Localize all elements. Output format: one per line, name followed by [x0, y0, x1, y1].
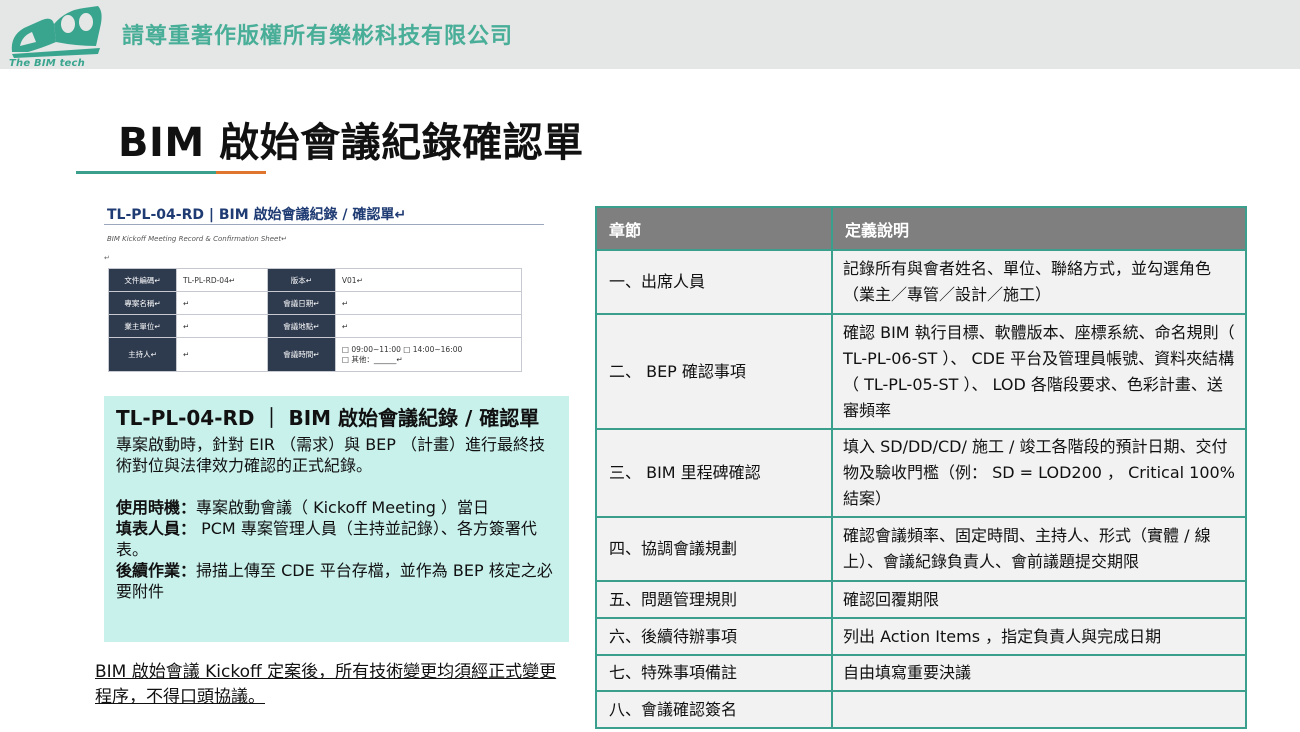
section-cell: 四、協調會議規劃	[595, 516, 833, 582]
title-underline-teal	[76, 171, 216, 174]
section-cell: 二、 BEP 確認事項	[595, 313, 833, 430]
doc-key: 版本↵	[266, 268, 336, 292]
column-header-definition: 定義說明	[831, 206, 1247, 251]
info-box: TL-PL-04-RD ｜ BIM 啟始會議紀錄 / 確認單 專案啟動時，針對 …	[104, 396, 569, 642]
time-other: □ 其他：______↵	[341, 354, 403, 364]
doc-value: ↵	[176, 291, 268, 315]
doc-row: 專案名稱↵ ↵ 會議日期↵ ↵	[108, 291, 523, 315]
doc-title-rule	[104, 224, 544, 225]
doc-row: 文件編碼↵ TL-PL-RD-04↵ 版本↵ V01↵	[108, 268, 523, 292]
title-underline-orange	[216, 171, 266, 174]
doc-row: 業主單位↵ ↵ 會議地點↵ ↵	[108, 314, 523, 338]
info-filler: 填表人員： PCM 專案管理人員（主持並記錄）、各方簽署代表。	[116, 518, 557, 560]
logo-text: The BIM tech	[9, 58, 85, 69]
doc-key: 會議時間↵	[266, 337, 336, 372]
doc-key: 專案名稱↵	[108, 291, 177, 315]
doc-value: TL-PL-RD-04↵	[176, 268, 268, 292]
definition-cell: 確認會議頻率、固定時間、主持人、形式（實體 / 線上）、會議紀錄負責人、會前議題…	[831, 516, 1247, 582]
doc-key: 業主單位↵	[108, 314, 177, 338]
doc-subtitle: BIM Kickoff Meeting Record & Confirmatio…	[107, 235, 287, 243]
definition-cell: 自由填寫重要決議	[831, 654, 1247, 692]
time-options: □ 09:00~11:00 □ 14:00~16:00	[341, 344, 463, 354]
doc-mark: ↵	[104, 254, 110, 262]
doc-row: 主持人↵ ↵ 會議時間↵ □ 09:00~11:00 □ 14:00~16:00…	[108, 337, 523, 372]
info-title: TL-PL-04-RD ｜ BIM 啟始會議紀錄 / 確認單	[116, 406, 540, 430]
definition-cell: 列出 Action Items ，指定負責人與完成日期	[831, 617, 1247, 656]
table-header-row: 章節 定義說明	[595, 206, 1247, 251]
doc-value: ↵	[334, 314, 523, 338]
document-preview: TL-PL-04-RD | BIM 啟始會議紀錄 / 確認單↵ BIM Kick…	[104, 200, 544, 385]
table-row: 四、協調會議規劃 確認會議頻率、固定時間、主持人、形式（實體 / 線上）、會議紀…	[595, 516, 1247, 582]
follow-label: 後續作業：	[116, 561, 197, 580]
table-row: 六、後續待辦事項 列出 Action Items ，指定負責人與完成日期	[595, 617, 1247, 656]
table-row: 七、特殊事項備註 自由填寫重要決議	[595, 654, 1247, 692]
info-timing: 使用時機：專案啟動會議（ Kickoff Meeting ）當日	[116, 497, 557, 518]
section-definition-table: 章節 定義說明 一、出席人員 記錄所有與會者姓名、單位、聯絡方式，並勾選角色（業…	[595, 206, 1247, 729]
section-cell: 三、 BIM 里程碑確認	[595, 428, 833, 518]
section-cell: 六、後續待辦事項	[595, 617, 833, 656]
section-cell: 七、特殊事項備註	[595, 654, 833, 692]
doc-key: 會議日期↵	[266, 291, 336, 315]
doc-value: ↵	[176, 314, 268, 338]
section-cell: 八、會議確認簽名	[595, 690, 833, 729]
doc-key: 主持人↵	[108, 337, 177, 372]
doc-value: V01↵	[334, 268, 523, 292]
table-row: 八、會議確認簽名	[595, 690, 1247, 729]
definition-cell: 記錄所有與會者姓名、單位、聯絡方式，並勾選角色（業主／專管／設計／施工）	[831, 249, 1247, 315]
section-cell: 一、出席人員	[595, 249, 833, 315]
info-description: 專案啟動時，針對 EIR （需求）與 BEP （計畫）進行最終技術對位與法律效力…	[116, 435, 546, 475]
doc-key: 文件編碼↵	[108, 268, 177, 292]
table-row: 二、 BEP 確認事項 確認 BIM 執行目標、軟體版本、座標系統、命名規則（ …	[595, 313, 1247, 430]
timing-label: 使用時機：	[116, 498, 197, 517]
column-header-section: 章節	[595, 206, 833, 251]
timing-value: 專案啟動會議（ Kickoff Meeting ）當日	[196, 498, 490, 517]
table-row: 三、 BIM 里程碑確認 填入 SD/DD/CD/ 施工 / 竣工各階段的預計日…	[595, 428, 1247, 518]
section-cell: 五、問題管理規則	[595, 580, 833, 619]
doc-value: ↵	[176, 337, 268, 372]
table-row: 一、出席人員 記錄所有與會者姓名、單位、聯絡方式，並勾選角色（業主／專管／設計／…	[595, 249, 1247, 315]
definition-cell	[831, 690, 1247, 729]
page-title: BIM 啟始會議紀錄確認單	[118, 120, 584, 166]
table-row: 五、問題管理規則 確認回覆期限	[595, 580, 1247, 619]
company-name: 請尊重著作版權所有樂彬科技有限公司	[122, 24, 514, 49]
footer-note: BIM 啟始會議 Kickoff 定案後，所有技術變更均須經正式變更程序，不得口…	[95, 662, 557, 707]
doc-title: TL-PL-04-RD | BIM 啟始會議紀錄 / 確認單↵	[107, 207, 407, 223]
definition-cell: 確認回覆期限	[831, 580, 1247, 619]
info-follow: 後續作業：掃描上傳至 CDE 平台存檔，並作為 BEP 核定之必要附件	[116, 560, 557, 602]
doc-value: ↵	[334, 291, 523, 315]
filler-label: 填表人員：	[116, 519, 197, 538]
doc-value-time: □ 09:00~11:00 □ 14:00~16:00 □ 其他：______↵	[334, 337, 523, 372]
definition-cell: 確認 BIM 執行目標、軟體版本、座標系統、命名規則（ TL-PL-06-ST …	[831, 313, 1247, 430]
doc-key: 會議地點↵	[266, 314, 336, 338]
doc-form-table: 文件編碼↵ TL-PL-RD-04↵ 版本↵ V01↵ 專案名稱↵ ↵ 會議日期…	[108, 268, 523, 372]
definition-cell: 填入 SD/DD/CD/ 施工 / 竣工各階段的預計日期、交付物及驗收門檻（例：…	[831, 428, 1247, 518]
header-bar: The BIM tech 請尊重著作版權所有樂彬科技有限公司	[0, 0, 1300, 69]
